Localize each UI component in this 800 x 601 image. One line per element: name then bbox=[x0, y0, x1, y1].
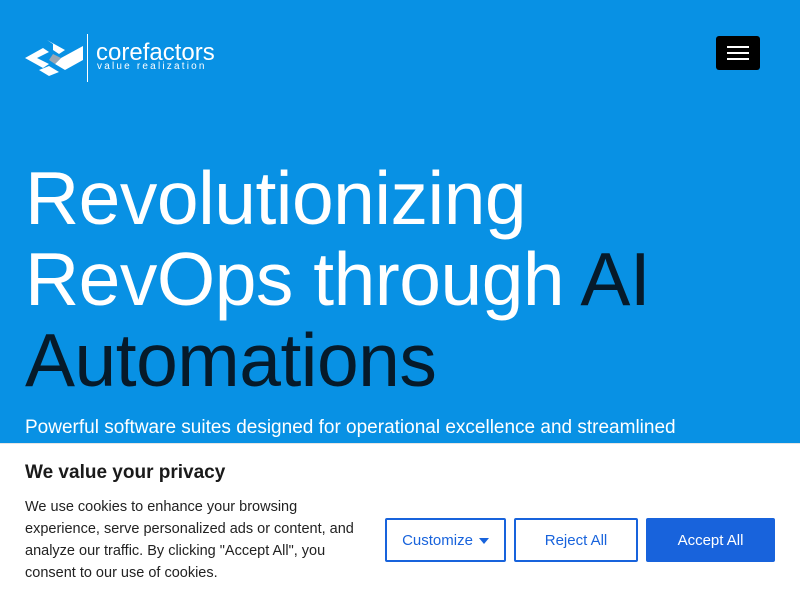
brand-tagline: value realization bbox=[97, 61, 207, 72]
hero-subtitle: Powerful software suites designed for op… bbox=[25, 417, 676, 438]
hero-headline: Revolutionizing RevOps through AI Automa… bbox=[25, 158, 785, 401]
logo-divider bbox=[87, 34, 88, 82]
headline-ai: AI bbox=[580, 237, 651, 321]
reject-all-button[interactable]: Reject All bbox=[514, 518, 638, 562]
accept-all-button[interactable]: Accept All bbox=[646, 518, 775, 562]
headline-line-1: Revolutionizing bbox=[25, 156, 527, 240]
hamburger-line bbox=[727, 52, 749, 54]
headline-line-2a: RevOps through bbox=[25, 237, 581, 321]
hamburger-menu-button[interactable] bbox=[716, 36, 760, 70]
hamburger-line bbox=[727, 58, 749, 60]
customize-button[interactable]: Customize bbox=[385, 518, 506, 562]
consent-text: We use cookies to enhance your browsing … bbox=[25, 499, 354, 581]
logo-mark-icon bbox=[25, 40, 83, 76]
customize-label: Customize bbox=[402, 531, 473, 549]
hamburger-menu-icon bbox=[727, 46, 749, 48]
caret-down-icon bbox=[478, 537, 489, 544]
consent-title: We value your privacy bbox=[25, 462, 226, 483]
corefactors-logo[interactable]: corefactors value realization bbox=[25, 34, 230, 82]
cookie-consent-banner: We value your privacy We use cookies to … bbox=[0, 443, 800, 601]
headline-line-3: Automations bbox=[25, 318, 437, 402]
